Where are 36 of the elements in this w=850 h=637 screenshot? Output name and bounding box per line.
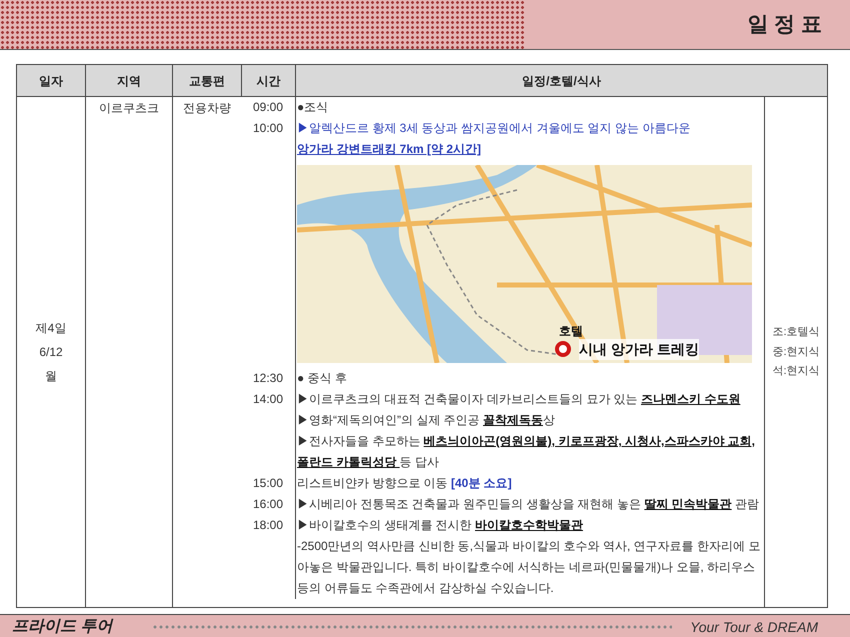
page-title: 일 정 표 <box>747 12 822 38</box>
day-text: 제4일 <box>36 320 66 337</box>
map-label: 시내 앙가라 트레킹 <box>579 339 699 360</box>
time-text: 09:00 <box>252 99 283 116</box>
schedule-text: ▶알렉산드르 황제 3세 동상과 쌈지공원에서 겨울에도 얼지 않는 아름다운 <box>297 120 692 137</box>
schedule-text: -2500만년의 역사만큼 신비한 동,식물과 바이칼의 호수와 역사, 연구자료를 한자리에 모아놓은 박물관입니다. 특히 바이칼호수에 서식하는 네르파(민물물개)나 오믈, 하리우스등의 어류들도 수족관에서 감상하실 수있습니다. <box>297 538 762 597</box>
schedule-text: ▶영화“제독의여인”의 실제 주인공 꼴착제독동상 <box>297 412 556 429</box>
schedule-text: ▶시베리아 전통목조 건축물과 원주민들의 생활상을 재현해 놓은 딸찌 민속박물관 관람 <box>297 496 760 513</box>
schedule-text: 리스트비얀카 방향으로 이동 [40분 소요] <box>297 475 513 492</box>
region-cell-text: 이르쿠츠크 <box>99 100 159 117</box>
time-text: 16:00 <box>252 496 283 513</box>
schedule-text: ●조식 <box>297 99 330 116</box>
schedule-text: ▶바이칼호수의 생태계를 전시한 바이칼호수학박물관 <box>297 517 584 534</box>
meal-text: 석:현지식 <box>772 364 820 380</box>
day-text: 6/12 <box>39 344 63 361</box>
column-header: 일자 <box>39 72 63 90</box>
column-header: 지역 <box>117 72 141 90</box>
schedule-text: 앙가라 강변트래킹 7km [약 2시간] <box>297 141 482 158</box>
time-text: 15:00 <box>252 475 283 492</box>
brand-name: 프라이드 투어 <box>11 617 112 637</box>
map-label: 호텔 <box>559 323 583 340</box>
time-text: 14:00 <box>252 391 283 408</box>
schedule-text: ▶전사자들을 추모하는 베츠늬이아곤(영원의불), 키로프광장, 시청사,스파스카야 교회, 폴란드 카톨릭성당 등 답사 <box>297 433 756 471</box>
column-header: 시간 <box>256 72 280 90</box>
column-header: 일정/호텔/식사 <box>522 72 601 90</box>
meal-text: 중:현지식 <box>772 344 820 360</box>
day-text: 월 <box>45 368 57 385</box>
column-header: 교통편 <box>189 72 225 90</box>
meal-text: 조:호텔식 <box>772 325 820 340</box>
time-text: 10:00 <box>252 120 283 137</box>
time-text: 12:30 <box>252 370 283 387</box>
schedule-text: ● 중식 후 <box>297 370 348 387</box>
slogan: Your Tour & DREAM <box>690 618 819 636</box>
transport-cell-text: 전용차량 <box>183 100 231 117</box>
time-text: 18:00 <box>252 517 283 534</box>
schedule-text: ▶이르쿠츠크의 대표적 건축물이자 데카브리스트들의 묘가 있는 즈나멘스키 수도원 <box>297 391 742 408</box>
